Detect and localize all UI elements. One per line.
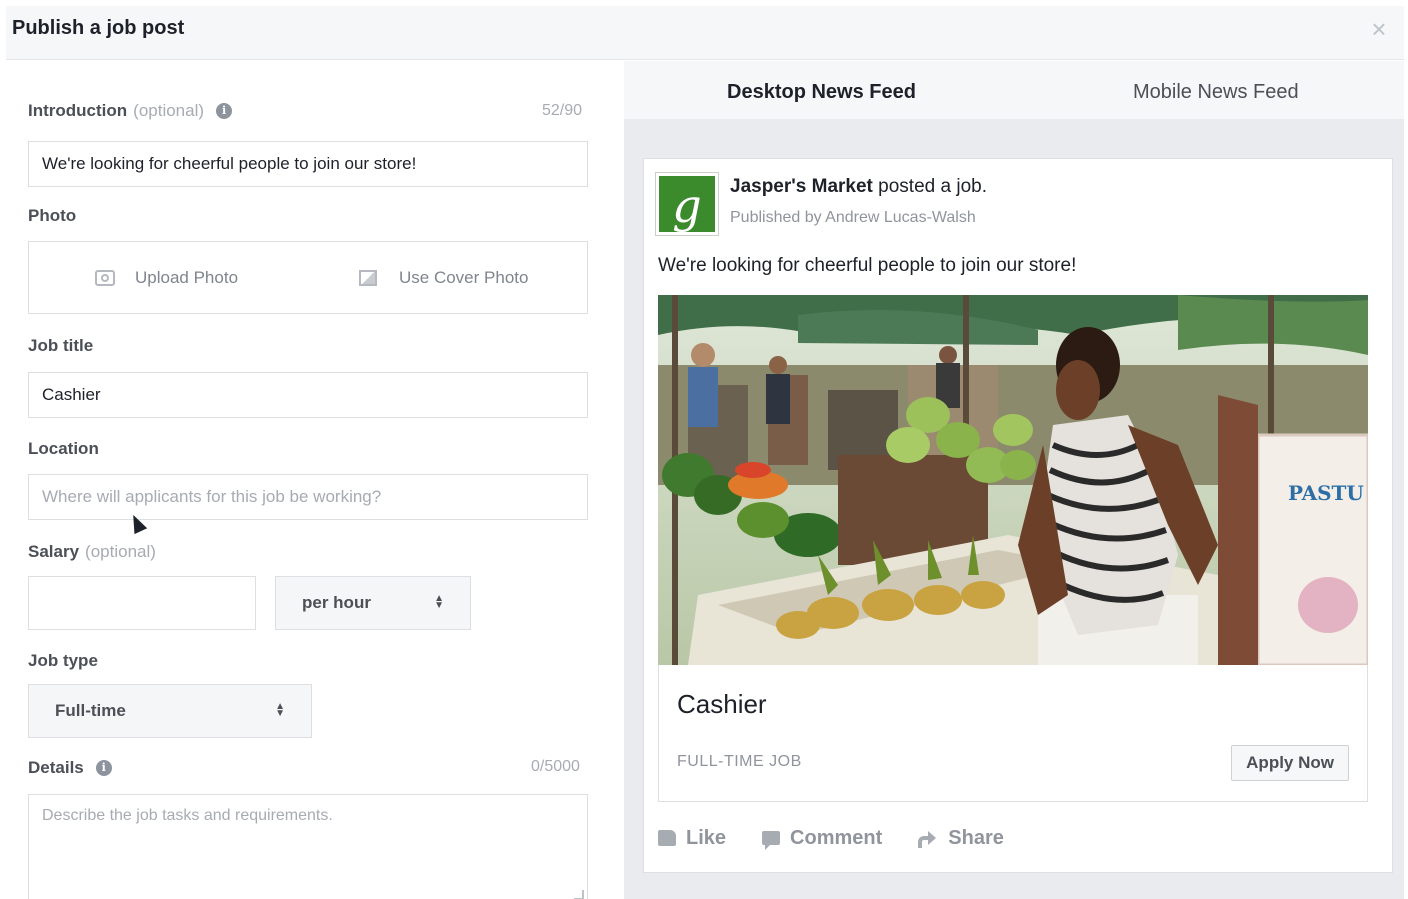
upload-photo-label: Upload Photo	[135, 268, 239, 287]
salary-period-select[interactable]: per hour ▲ ▼	[275, 576, 471, 630]
job-photo: PASTU	[658, 295, 1368, 665]
details-char-counter: 0/5000	[531, 758, 580, 775]
salary-amount-input[interactable]	[28, 576, 256, 630]
job-card-type: FULL-TIME JOB	[677, 753, 802, 770]
job-title-label: Job title	[28, 336, 93, 356]
select-arrows-icon: ▲ ▼	[434, 593, 444, 611]
dialog-header: Publish a job post ×	[6, 6, 1404, 60]
job-post-form: Introduction (optional) i 52/90 We're lo…	[6, 61, 624, 899]
share-label: Share	[948, 826, 1004, 849]
published-by-text: Published by Andrew Lucas-Walsh	[730, 209, 976, 226]
introduction-label-row: Introduction (optional) i	[28, 101, 233, 121]
use-cover-photo-label: Use Cover Photo	[399, 268, 529, 287]
job-card-title: Cashier	[677, 689, 767, 719]
post-actions: Like Comment Share	[658, 825, 1040, 851]
job-post-preview: g Jasper's Market posted a job. Publishe…	[643, 158, 1393, 873]
salary-period-value: per hour	[302, 593, 371, 612]
info-icon[interactable]: i	[95, 760, 112, 776]
preview-tabs: Desktop News Feed Mobile News Feed	[624, 61, 1404, 119]
details-placeholder: Describe the job tasks and requirements.	[42, 807, 333, 824]
location-label: Location	[28, 439, 99, 459]
location-label-text: Location	[28, 439, 99, 458]
close-icon[interactable]: ×	[1366, 16, 1392, 42]
publish-job-dialog: Publish a job post × Introduction (optio…	[6, 6, 1404, 899]
page-name-link[interactable]: Jasper's Market	[730, 176, 873, 197]
like-button[interactable]: Like	[658, 827, 726, 850]
photo-sign-text: PASTU	[1288, 481, 1364, 505]
apply-now-button[interactable]: Apply Now	[1231, 745, 1349, 781]
tab-mobile-news-feed[interactable]: Mobile News Feed	[1133, 81, 1299, 104]
job-type-value: Full-time	[55, 701, 126, 720]
share-button[interactable]: Share	[918, 827, 1004, 850]
use-cover-photo-button[interactable]: Use Cover Photo	[359, 268, 528, 288]
info-icon[interactable]: i	[216, 103, 233, 119]
select-arrows-icon: ▲ ▼	[275, 701, 285, 719]
details-label-row: Details i	[28, 758, 112, 778]
post-header: Jasper's Market posted a job.	[730, 176, 987, 198]
photo-label: Photo	[28, 206, 76, 226]
resize-handle-icon[interactable]	[574, 890, 584, 899]
job-type-label: Job type	[28, 651, 98, 671]
salary-label-row: Salary (optional)	[28, 542, 156, 562]
market-scene-image: PASTU	[658, 295, 1368, 665]
dialog-title: Publish a job post	[12, 17, 185, 39]
comment-label: Comment	[790, 826, 883, 849]
salary-label: Salary	[28, 542, 80, 561]
camera-icon	[95, 270, 115, 286]
job-type-select[interactable]: Full-time ▲ ▼	[28, 684, 312, 738]
introduction-input[interactable]: We're looking for cheerful people to joi…	[28, 141, 588, 187]
share-icon	[918, 831, 937, 848]
post-preview-panel: Desktop News Feed Mobile News Feed g Jas…	[624, 61, 1404, 899]
job-title-input[interactable]: Cashier	[28, 372, 588, 418]
post-action-text: posted a job.	[878, 176, 987, 197]
page-logo: g	[655, 172, 719, 236]
image-icon	[359, 270, 377, 286]
photo-selector: Upload Photo Use Cover Photo	[28, 241, 588, 314]
comment-button[interactable]: Comment	[762, 827, 882, 850]
introduction-optional-label: (optional)	[133, 101, 205, 120]
like-label: Like	[686, 826, 727, 849]
post-message: We're looking for cheerful people to joi…	[658, 255, 1077, 276]
details-label: Details	[28, 758, 84, 777]
location-input[interactable]: Where will applicants for this job be wo…	[28, 474, 588, 520]
tab-desktop-news-feed[interactable]: Desktop News Feed	[727, 81, 916, 104]
comment-icon	[762, 831, 781, 850]
job-type-label-text: Job type	[28, 651, 98, 670]
job-card: Cashier FULL-TIME JOB Apply Now	[658, 665, 1368, 802]
thumbs-up-icon	[658, 830, 676, 846]
introduction-label: Introduction	[28, 101, 128, 120]
upload-photo-button[interactable]: Upload Photo	[95, 268, 238, 288]
details-textarea[interactable]: Describe the job tasks and requirements.	[28, 794, 588, 899]
introduction-char-counter: 52/90	[542, 102, 583, 119]
photo-label-text: Photo	[28, 206, 77, 225]
job-title-label-text: Job title	[28, 336, 94, 355]
salary-optional-label: (optional)	[85, 542, 156, 561]
